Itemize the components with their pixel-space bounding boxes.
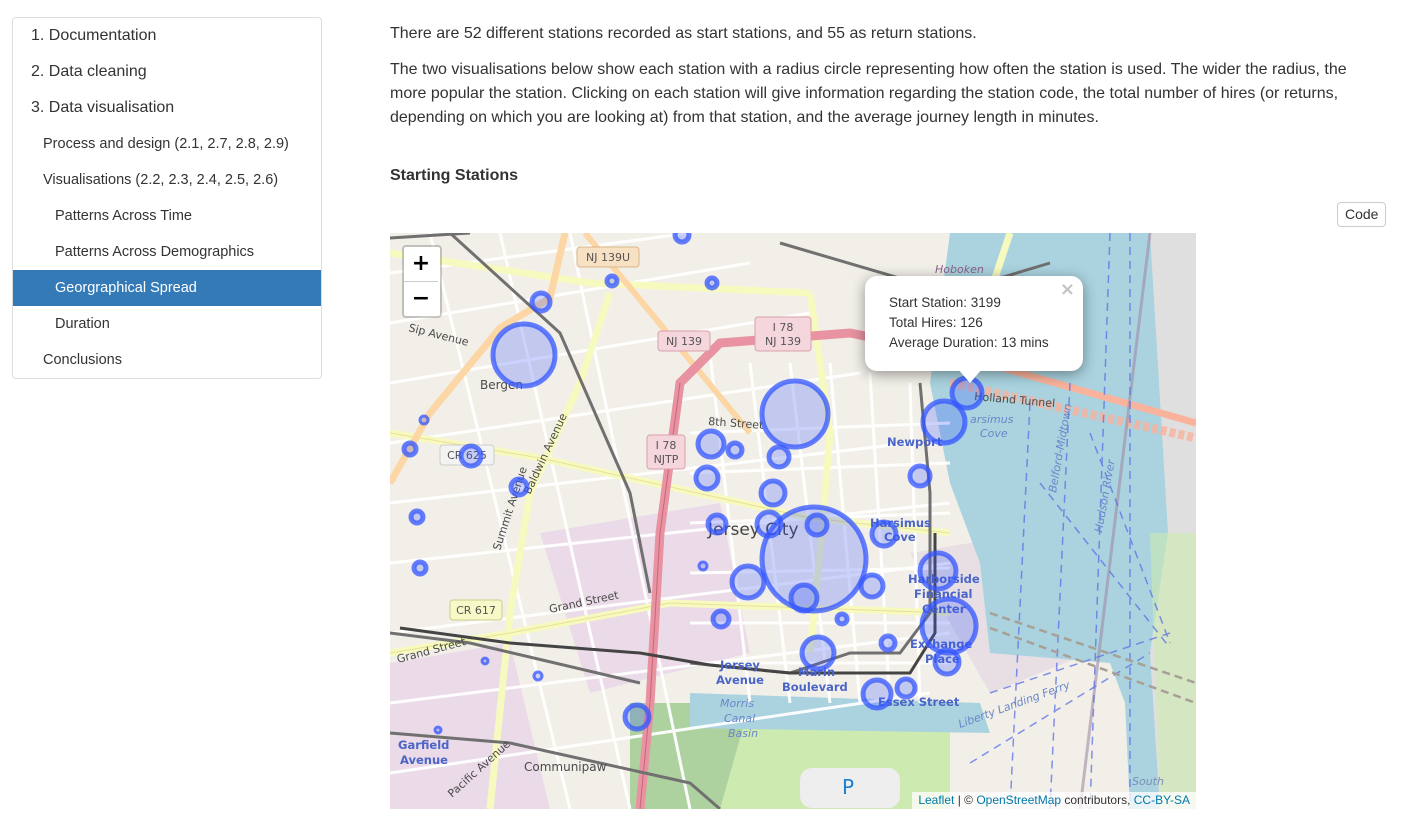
station-marker[interactable] [433,725,443,735]
station-marker[interactable] [919,596,979,656]
station-marker[interactable] [705,512,729,536]
zoom-out-button[interactable]: − [404,282,438,316]
station-marker[interactable] [411,559,429,577]
toc-item-conclusions[interactable]: Conclusions [13,342,321,378]
map-attribution: Leaflet | © OpenStreetMap contributors, … [912,792,1196,809]
station-marker[interactable] [858,572,886,600]
toc-item-patterns-across-demographics[interactable]: Patterns Across Demographics [13,234,321,270]
toc-item-duration[interactable]: Duration [13,306,321,342]
zoom-control: + − [402,245,442,318]
toc-item-2-data-cleaning[interactable]: 2. Data cleaning [13,54,321,90]
station-marker[interactable] [907,463,933,489]
station-marker[interactable] [704,275,720,291]
station-marker[interactable] [725,440,745,460]
toc-item-1-documentation[interactable]: 1. Documentation [13,18,321,54]
station-marker[interactable] [758,478,788,508]
license-link[interactable]: CC-BY-SA [1134,793,1190,807]
station-marker[interactable] [693,464,721,492]
station-marker[interactable] [710,608,732,630]
station-marker[interactable] [878,633,898,653]
toc-item-process-and-design-2-1-2-7-2-8-2-9[interactable]: Process and design (2.1, 2.7, 2.8, 2.9) [13,126,321,162]
station-marker[interactable] [532,670,544,682]
station-marker[interactable] [799,634,837,672]
station-marker[interactable] [759,378,831,450]
station-marker[interactable] [766,444,792,470]
station-marker[interactable] [529,290,553,314]
attribution-separator: | © [954,793,977,807]
station-popup: × Start Station: 3199 Total Hires: 126 A… [865,276,1083,371]
station-marker[interactable] [622,702,652,732]
station-marker[interactable] [697,560,709,572]
station-marker[interactable] [408,508,426,526]
station-marker[interactable] [834,611,850,627]
station-marker[interactable] [480,656,490,666]
section-heading: Starting Stations [390,167,519,184]
leaflet-map[interactable]: NJ 139U NJ 139 I 78 NJ 139 I 78 NJTP CR 62… [390,233,1196,809]
station-marker[interactable] [932,647,962,677]
station-marker[interactable] [860,677,894,711]
table-of-contents: 1. Documentation 2. Data cleaning 3. Data … [12,17,322,379]
close-icon[interactable]: × [1060,279,1075,300]
station-marker[interactable] [917,550,959,592]
popup-average-duration: Average Duration: 13 mins [889,335,1049,350]
station-marker[interactable] [695,428,727,460]
station-marker[interactable] [401,440,419,458]
toc-item-visualisations-2-2-2-3-2-4-2-5-2-6[interactable]: Visualisations (2.2, 2.3, 2.4, 2.5, 2.6) [13,162,321,198]
station-marker[interactable] [894,676,918,700]
station-marker[interactable] [672,233,692,245]
popup-start-station: Start Station: 3199 [889,295,1001,310]
code-toggle-button[interactable]: Code [1337,202,1387,227]
attribution-contributors: contributors, [1061,793,1134,807]
station-marker[interactable] [788,582,820,614]
station-marker[interactable] [604,273,620,289]
description-paragraph: The two visualisations below show each s… [390,61,1347,126]
osm-link[interactable]: OpenStreetMap [976,793,1061,807]
station-marker[interactable] [458,443,484,469]
zoom-in-button[interactable]: + [404,247,438,282]
intro-paragraph: There are 52 different stations recorded… [390,25,977,42]
station-marker[interactable] [490,321,558,389]
popup-total-hires: Total Hires: 126 [889,315,983,330]
station-marker[interactable] [418,414,430,426]
popup-tip [958,369,982,383]
station-marker[interactable] [869,519,899,549]
toc-item-patterns-across-time[interactable]: Patterns Across Time [13,198,321,234]
station-marker[interactable] [508,476,530,498]
leaflet-link[interactable]: Leaflet [918,793,954,807]
station-marker[interactable] [729,563,767,601]
toc-item-3-data-visualisation[interactable]: 3. Data visualisation [13,90,321,126]
toc-item-georgraphical-spread[interactable]: Georgraphical Spread [13,270,321,306]
